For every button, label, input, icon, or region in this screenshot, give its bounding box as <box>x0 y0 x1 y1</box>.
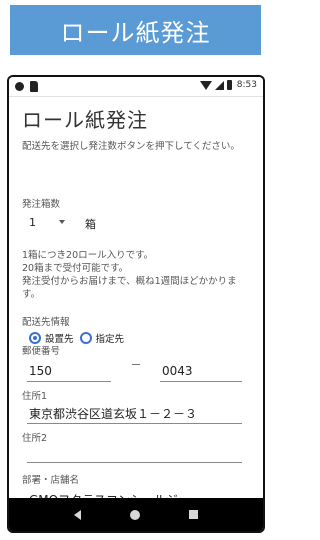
dept-label: 部署・店舗名 <box>22 475 80 486</box>
wifi-icon <box>199 80 212 90</box>
postal-second-field[interactable]: 0043 <box>162 364 193 378</box>
page-title: ロール紙発注 <box>22 108 148 132</box>
address1-label: 住所1 <box>22 391 48 402</box>
home-icon[interactable] <box>129 509 140 520</box>
address1-field[interactable]: 東京都渋谷区道玄坂１－２－３ <box>29 405 197 422</box>
radio-label: 指定先 <box>95 334 125 345</box>
battery-icon <box>226 80 232 90</box>
address2-label: 住所2 <box>22 433 48 444</box>
recent-apps-icon[interactable] <box>189 510 199 519</box>
radio-unchecked-icon[interactable] <box>79 332 92 344</box>
quantity-unit: 箱 <box>85 218 96 231</box>
postal-label: 郵便番号 <box>22 346 61 357</box>
quantity-select[interactable]: 1 <box>29 216 36 229</box>
address1-underline <box>27 423 242 424</box>
postal-first-underline <box>27 381 111 382</box>
chevron-down-icon[interactable] <box>59 220 65 224</box>
status-bar: 8:53 <box>9 77 263 97</box>
note-line: 20箱まで受付可能です。 <box>22 263 129 274</box>
notification-dot-icon <box>15 82 24 91</box>
note-line: 発注受付からお届けまで、概ね1週間ほどかかります。 <box>22 276 237 300</box>
instruction-text: 配送先を選択し発注数ボタンを押下してください。 <box>22 141 240 152</box>
phone-frame: 8:53 ロール紙発注 配送先を選択し発注数ボタンを押下してください。 発注箱数… <box>7 75 265 533</box>
back-icon[interactable] <box>73 509 81 520</box>
status-right: 8:53 <box>199 80 257 90</box>
sd-card-icon <box>30 81 38 92</box>
screen-content: ロール紙発注 配送先を選択し発注数ボタンを押下してください。 発注箱数 1 箱 … <box>9 98 263 500</box>
status-clock: 8:53 <box>236 80 257 90</box>
notes: 1箱につき20ロール入りです。 20箱まで受付可能です。 発注受付からお届けまで… <box>22 249 254 301</box>
android-nav-bar <box>9 498 263 531</box>
postal-second-underline <box>160 381 242 382</box>
postal-first-field[interactable]: 150 <box>29 364 52 378</box>
radio-specified-location[interactable]: 指定先 <box>79 331 125 345</box>
note-line: 1箱につき20ロール入りです。 <box>22 250 154 261</box>
banner-title: ロール紙発注 <box>10 5 261 55</box>
delivery-label: 配送先情報 <box>22 317 70 328</box>
signal-icon <box>214 80 224 90</box>
quantity-label: 発注箱数 <box>22 199 61 210</box>
postal-dash <box>132 364 140 365</box>
address2-underline <box>27 462 242 463</box>
